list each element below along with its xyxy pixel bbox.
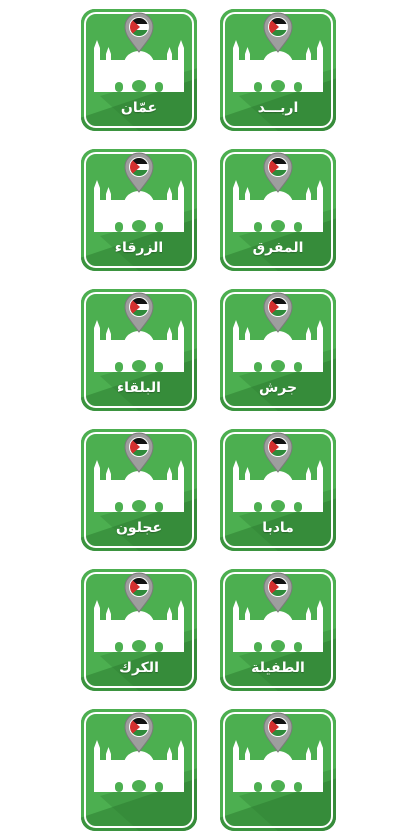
city-tile[interactable]: البلقاء bbox=[80, 288, 198, 412]
city-tile-label: الطفيلة bbox=[251, 660, 305, 676]
city-grid: عمّان اربـــد الزرقاء المفرق البلقاء جرش… bbox=[0, 0, 419, 831]
city-tile[interactable] bbox=[80, 708, 198, 832]
city-tile[interactable]: المفرق bbox=[219, 148, 337, 272]
jordan-flag-icon bbox=[269, 18, 287, 36]
city-tile-label: الكرك bbox=[119, 660, 159, 676]
city-tile[interactable]: الزرقاء bbox=[80, 148, 198, 272]
city-tile-label bbox=[231, 797, 325, 819]
jordan-flag-icon bbox=[130, 298, 148, 316]
city-tile-label bbox=[92, 797, 186, 819]
jordan-flag-icon bbox=[130, 718, 148, 736]
city-tile[interactable]: عجلون bbox=[80, 428, 198, 552]
city-tile[interactable]: جرش bbox=[219, 288, 337, 412]
jordan-flag-icon bbox=[130, 18, 148, 36]
city-tile[interactable]: الطفيلة bbox=[219, 568, 337, 692]
city-tile[interactable]: مادبا bbox=[219, 428, 337, 552]
city-tile-label: عجلون bbox=[115, 520, 163, 536]
jordan-flag-icon bbox=[130, 158, 148, 176]
jordan-flag-icon bbox=[269, 438, 287, 456]
city-tile[interactable]: اربـــد bbox=[219, 8, 337, 132]
city-tile-label: الزرقاء bbox=[114, 240, 164, 256]
city-tile[interactable] bbox=[219, 708, 337, 832]
city-tile-label: اربـــد bbox=[257, 100, 299, 116]
city-tile-label: مادبا bbox=[262, 520, 294, 536]
jordan-flag-icon bbox=[269, 158, 287, 176]
city-tile-label: جرش bbox=[258, 380, 298, 396]
jordan-flag-icon bbox=[269, 718, 287, 736]
city-tile-label: البلقاء bbox=[117, 380, 161, 396]
city-tile[interactable]: الكرك bbox=[80, 568, 198, 692]
jordan-flag-icon bbox=[269, 578, 287, 596]
jordan-flag-icon bbox=[269, 298, 287, 316]
city-tile[interactable]: عمّان bbox=[80, 8, 198, 132]
jordan-flag-icon bbox=[130, 438, 148, 456]
jordan-flag-icon bbox=[130, 578, 148, 596]
city-tile-label: المفرق bbox=[252, 240, 304, 256]
city-tile-label: عمّان bbox=[120, 100, 158, 116]
